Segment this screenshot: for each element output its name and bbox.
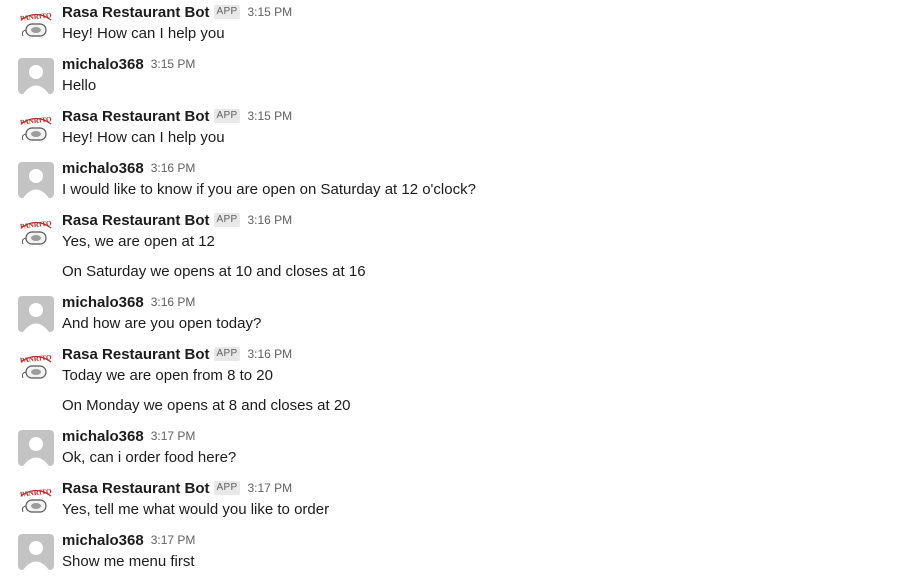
- message-text: Hey! How can I help you: [62, 129, 225, 146]
- app-badge: APP: [213, 213, 241, 227]
- message-header: michalo368 3:16 PM: [62, 291, 195, 313]
- message-text: Yes, we are open at 12: [62, 233, 215, 250]
- default-user-avatar-icon: [18, 430, 54, 466]
- user-avatar[interactable]: [18, 58, 54, 94]
- message-text: Hello: [62, 77, 97, 94]
- default-user-avatar-icon: [18, 162, 54, 198]
- message-text: I would like to know if you are open on …: [62, 181, 476, 198]
- message-header: michalo368 3:16 PM: [62, 157, 195, 179]
- app-badge: APP: [213, 481, 241, 495]
- message-timestamp[interactable]: 3:16 PM: [247, 347, 292, 361]
- message-text: Show me menu first: [62, 553, 195, 570]
- bot-avatar[interactable]: PANRITO: [18, 110, 54, 146]
- sender-name[interactable]: Rasa Restaurant Bot: [62, 108, 210, 125]
- restaurant-logo-icon: PANRITO: [18, 214, 54, 250]
- message-header: Rasa Restaurant Bot APP 3:17 PM: [62, 477, 292, 499]
- message-text: Hey! How can I help you: [62, 25, 225, 42]
- message-timestamp[interactable]: 3:16 PM: [151, 295, 196, 309]
- sender-name[interactable]: michalo368: [62, 532, 144, 549]
- message-text: Today we are open from 8 to 20: [62, 367, 273, 384]
- sender-name[interactable]: Rasa Restaurant Bot: [62, 212, 210, 229]
- user-avatar[interactable]: [18, 296, 54, 332]
- restaurant-logo-icon: PANRITO: [18, 348, 54, 384]
- sender-name[interactable]: michalo368: [62, 428, 144, 445]
- default-user-avatar-icon: [18, 296, 54, 332]
- default-user-avatar-icon: [18, 58, 54, 94]
- sender-name[interactable]: michalo368: [62, 160, 144, 177]
- restaurant-logo-icon: PANRITO: [18, 110, 54, 146]
- message-header: michalo368 3:15 PM: [62, 53, 195, 75]
- default-user-avatar-icon: [18, 534, 54, 570]
- bot-avatar[interactable]: PANRITO: [18, 482, 54, 518]
- message-list: PANRITO Rasa Restaurant Bot APP 3:15 PM …: [0, 0, 897, 580]
- sender-name[interactable]: michalo368: [62, 294, 144, 311]
- sender-name[interactable]: Rasa Restaurant Bot: [62, 480, 210, 497]
- message-header: Rasa Restaurant Bot APP 3:15 PM: [62, 1, 292, 23]
- user-avatar[interactable]: [18, 430, 54, 466]
- message-timestamp[interactable]: 3:17 PM: [151, 533, 196, 547]
- app-badge: APP: [213, 5, 241, 19]
- message-timestamp[interactable]: 3:16 PM: [247, 213, 292, 227]
- message-header: michalo368 3:17 PM: [62, 529, 195, 551]
- user-avatar[interactable]: [18, 162, 54, 198]
- restaurant-logo-icon: PANRITO: [18, 6, 54, 42]
- app-badge: APP: [213, 109, 241, 123]
- bot-avatar[interactable]: PANRITO: [18, 348, 54, 384]
- message-text: On Saturday we opens at 10 and closes at…: [62, 263, 366, 280]
- message-text: Yes, tell me what would you like to orde…: [62, 501, 330, 518]
- bot-avatar[interactable]: PANRITO: [18, 6, 54, 42]
- message-timestamp[interactable]: 3:15 PM: [247, 109, 292, 123]
- sender-name[interactable]: Rasa Restaurant Bot: [62, 4, 210, 21]
- message-timestamp[interactable]: 3:17 PM: [247, 481, 292, 495]
- user-avatar[interactable]: [18, 534, 54, 570]
- bot-avatar[interactable]: PANRITO: [18, 214, 54, 250]
- sender-name[interactable]: michalo368: [62, 56, 144, 73]
- restaurant-logo-icon: PANRITO: [18, 482, 54, 518]
- message-header: michalo368 3:17 PM: [62, 425, 195, 447]
- message-timestamp[interactable]: 3:17 PM: [151, 429, 196, 443]
- message-header: Rasa Restaurant Bot APP 3:15 PM: [62, 105, 292, 127]
- message-timestamp[interactable]: 3:15 PM: [247, 5, 292, 19]
- message-header: Rasa Restaurant Bot APP 3:16 PM: [62, 343, 292, 365]
- app-badge: APP: [213, 347, 241, 361]
- message-text: Ok, can i order food here?: [62, 449, 237, 466]
- message-header: Rasa Restaurant Bot APP 3:16 PM: [62, 209, 292, 231]
- message-text: On Monday we opens at 8 and closes at 20: [62, 397, 351, 414]
- message-timestamp[interactable]: 3:16 PM: [151, 161, 196, 175]
- message-text: And how are you open today?: [62, 315, 262, 332]
- sender-name[interactable]: Rasa Restaurant Bot: [62, 346, 210, 363]
- message-timestamp[interactable]: 3:15 PM: [151, 57, 196, 71]
